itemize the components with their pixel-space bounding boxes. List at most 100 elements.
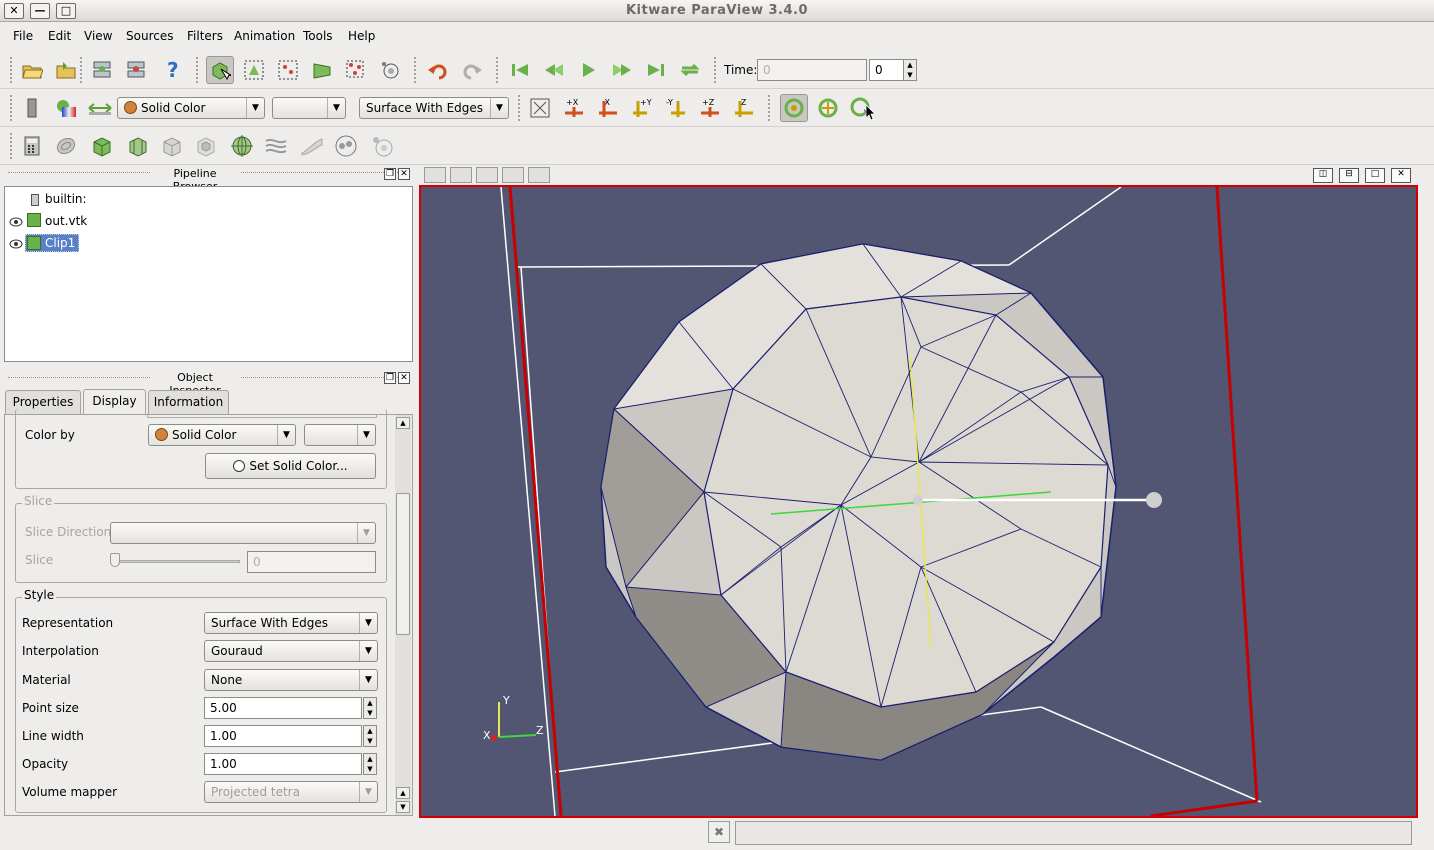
split-vertical-icon[interactable]: ⊟ — [1339, 168, 1359, 183]
show-center-icon[interactable] — [780, 94, 808, 122]
menu-help[interactable]: Help — [348, 29, 375, 43]
status-close-icon[interactable]: ✖ — [708, 821, 730, 843]
clip-icon[interactable] — [88, 132, 116, 160]
select-block-icon[interactable] — [376, 56, 404, 84]
loop-icon[interactable] — [676, 56, 704, 84]
view-minus-z-icon[interactable]: -Z — [730, 94, 758, 122]
warp-vector-icon[interactable] — [298, 132, 326, 160]
interpolation-select[interactable]: Gouraud ▼ — [204, 640, 378, 662]
volume-mapper-select[interactable]: Projected tetra ▼ — [204, 781, 378, 803]
extract-level-icon[interactable] — [368, 132, 396, 160]
open-recent-icon[interactable] — [52, 56, 80, 84]
menu-file[interactable]: File — [13, 29, 33, 43]
slice-icon[interactable] — [124, 132, 152, 160]
slice-direction-select[interactable]: ▼ — [110, 522, 376, 544]
view-plus-y-icon[interactable]: +Y — [628, 94, 656, 122]
split-horizontal-icon[interactable]: ◫ — [1313, 168, 1333, 183]
undo-icon[interactable] — [424, 56, 452, 84]
menu-edit[interactable]: Edit — [48, 29, 71, 43]
opacity-input[interactable]: 1.00 — [204, 753, 362, 775]
reset-camera-icon[interactable] — [526, 94, 554, 122]
float-pipeline-icon[interactable]: ❐ — [384, 168, 396, 180]
point-size-stepper[interactable]: ▲ ▼ — [363, 697, 377, 719]
pipeline-item-clip1[interactable]: Clip1 — [45, 236, 75, 250]
representation-select[interactable]: Surface With Edges ▼ — [204, 612, 378, 634]
redo-icon[interactable] — [458, 56, 486, 84]
view-minus-x-icon[interactable]: -X — [594, 94, 622, 122]
point-size-label: Point size — [22, 701, 79, 715]
color-legend-icon[interactable] — [18, 94, 46, 122]
edit-color-map-icon[interactable] — [52, 94, 80, 122]
camera-redo-icon[interactable] — [450, 167, 472, 183]
pipeline-item-out-vtk[interactable]: out.vtk — [45, 214, 87, 228]
view-plus-z-icon[interactable]: +Z — [696, 94, 724, 122]
close-pipeline-icon[interactable]: ✕ — [398, 168, 410, 180]
time-index-stepper[interactable]: ▲ ▼ — [903, 59, 917, 81]
inspector-scroll-thumb[interactable] — [396, 493, 410, 635]
eye-icon[interactable] — [9, 238, 23, 252]
inspector-scrollbar[interactable]: ▲ ▲ ▼ — [395, 415, 411, 815]
slice-group-title: Slice — [22, 494, 55, 508]
close-inspector-icon[interactable]: ✕ — [398, 372, 410, 384]
interact-icon[interactable] — [206, 56, 234, 84]
contour-icon[interactable] — [52, 132, 80, 160]
slice-input[interactable]: 0 — [247, 551, 376, 573]
first-frame-icon[interactable] — [506, 56, 534, 84]
close-view-icon[interactable]: ✕ — [1391, 168, 1411, 183]
camera-undo-icon[interactable] — [424, 167, 446, 183]
connect-icon[interactable] — [88, 56, 116, 84]
help-icon[interactable]: ? — [158, 56, 186, 84]
group-datasets-icon[interactable] — [332, 132, 360, 160]
disconnect-icon[interactable] — [122, 56, 150, 84]
menu-tools[interactable]: Tools — [303, 29, 333, 43]
last-frame-icon[interactable] — [642, 56, 670, 84]
main-toolbar: ? Time: 0 0 ▲ ▼ — [0, 51, 1434, 89]
calculator-icon[interactable] — [18, 132, 46, 160]
view-plus-x-icon[interactable]: +X — [560, 94, 588, 122]
select-cells-surface-icon[interactable] — [240, 56, 268, 84]
color-by-combo[interactable]: Solid Color ▼ — [117, 97, 265, 119]
maximize-view-icon[interactable]: □ — [1365, 168, 1385, 183]
pipeline-item-builtin[interactable]: builtin: — [45, 192, 87, 206]
open-file-icon[interactable] — [18, 56, 46, 84]
play-icon[interactable] — [574, 56, 602, 84]
inspector-panel: Color by Solid Color ▼ ▼ Set Solid Color.… — [4, 409, 413, 816]
menu-view[interactable]: View — [84, 29, 112, 43]
reset-center-icon[interactable] — [814, 94, 842, 122]
select-points-frustum-icon[interactable] — [342, 56, 370, 84]
slice-slider[interactable] — [112, 560, 240, 563]
set-solid-color-button[interactable]: Set Solid Color... — [205, 453, 376, 479]
menu-filters[interactable]: Filters — [187, 29, 223, 43]
representation-combo[interactable]: Surface With Edges ▼ — [359, 97, 509, 119]
time-index-input[interactable]: 0 — [869, 59, 905, 81]
view-settings-icon[interactable] — [528, 167, 550, 183]
capture-icon[interactable] — [502, 167, 524, 183]
render-view[interactable]: Y Z X — [419, 185, 1418, 818]
lookmarks-icon[interactable] — [476, 167, 498, 183]
previous-frame-icon[interactable] — [540, 56, 568, 84]
slice-slider-handle[interactable] — [110, 553, 120, 567]
line-width-stepper[interactable]: ▲ ▼ — [363, 725, 377, 747]
color-by-select[interactable]: Solid Color ▼ — [148, 424, 296, 446]
eye-icon[interactable] — [9, 216, 23, 230]
view-minus-y-icon[interactable]: -Y — [662, 94, 690, 122]
time-input[interactable]: 0 — [757, 59, 867, 81]
line-width-input[interactable]: 1.00 — [204, 725, 362, 747]
material-select[interactable]: None ▼ — [204, 669, 378, 691]
next-frame-icon[interactable] — [608, 56, 636, 84]
select-points-surface-icon[interactable] — [274, 56, 302, 84]
glyph-icon[interactable] — [228, 132, 256, 160]
rescale-range-icon[interactable] — [86, 94, 114, 122]
threshold-icon[interactable] — [158, 132, 186, 160]
menu-sources[interactable]: Sources — [126, 29, 173, 43]
extract-subset-icon[interactable] — [192, 132, 220, 160]
pipeline-tree: builtin: out.vtk Clip1 — [4, 186, 413, 362]
float-inspector-icon[interactable]: ❐ — [384, 372, 396, 384]
select-cells-frustum-icon[interactable] — [308, 56, 336, 84]
color-component-select[interactable]: ▼ — [304, 424, 376, 446]
opacity-stepper[interactable]: ▲ ▼ — [363, 753, 377, 775]
component-combo[interactable]: ▼ — [272, 97, 346, 119]
stream-tracer-icon[interactable] — [262, 132, 290, 160]
point-size-input[interactable]: 5.00 — [204, 697, 362, 719]
menu-animation[interactable]: Animation — [234, 29, 295, 43]
